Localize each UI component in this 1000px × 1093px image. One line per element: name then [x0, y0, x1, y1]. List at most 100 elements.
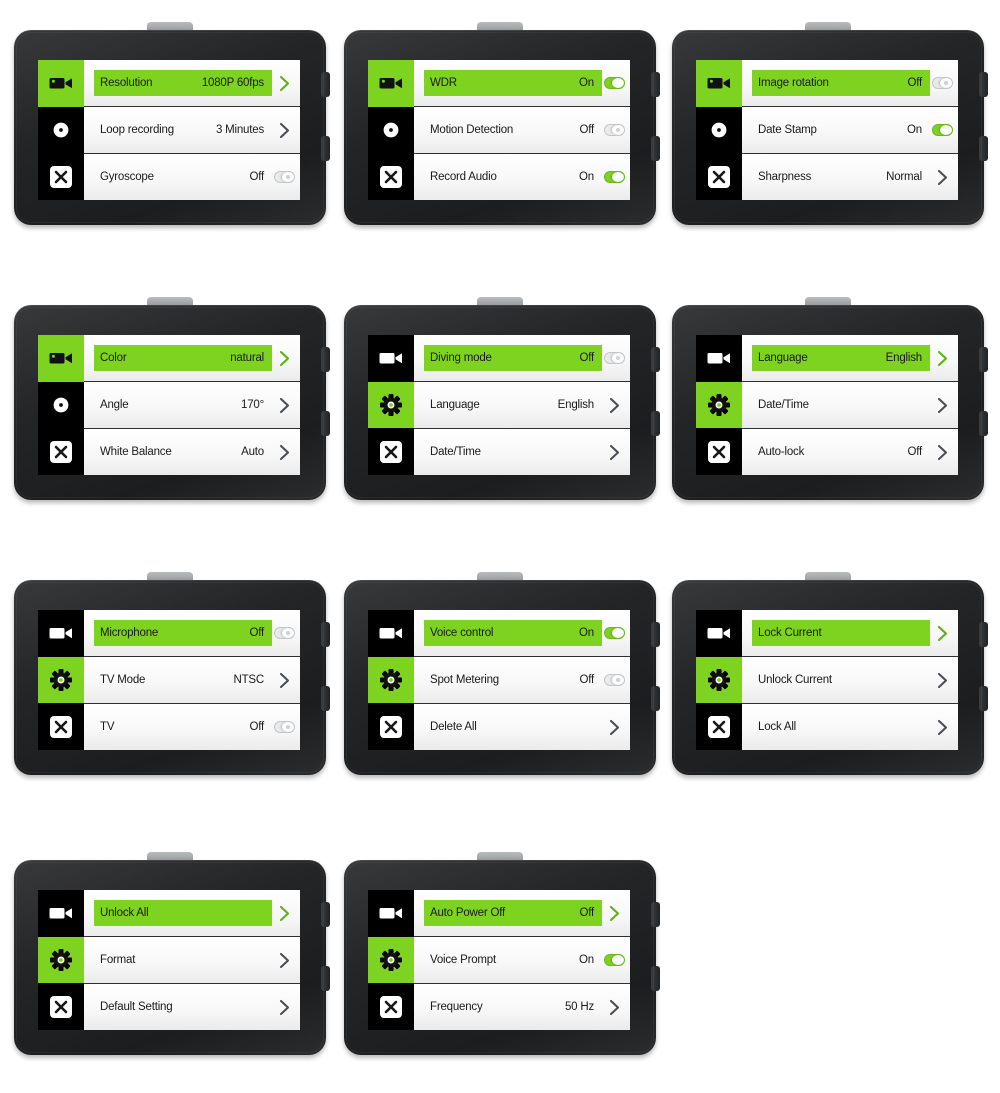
menu-row-control[interactable]: [272, 952, 296, 969]
rail-tab-video-camera-icon[interactable]: [368, 890, 414, 937]
rail-tab-close-x-icon[interactable]: [38, 983, 84, 1030]
menu-row-control[interactable]: [602, 999, 626, 1016]
camera-side-button-lower[interactable]: [651, 136, 660, 161]
menu-row-control[interactable]: [930, 397, 954, 414]
menu-row-control[interactable]: [602, 77, 626, 89]
toggle-switch[interactable]: [603, 171, 625, 183]
menu-row[interactable]: Date Stamp On: [742, 107, 958, 154]
rail-tab-video-camera-icon[interactable]: [368, 610, 414, 657]
toggle-switch[interactable]: [603, 674, 625, 686]
toggle-switch[interactable]: [603, 77, 625, 89]
camera-side-button-upper[interactable]: [321, 902, 330, 927]
rail-tab-gear-icon[interactable]: [368, 106, 414, 154]
menu-row[interactable]: Language English: [414, 382, 630, 429]
menu-row[interactable]: Gyroscope Off: [84, 154, 300, 200]
menu-row-control[interactable]: [272, 999, 296, 1016]
menu-row[interactable]: Auto Power Off Off: [414, 890, 630, 937]
rail-tab-close-x-icon[interactable]: [368, 703, 414, 750]
menu-row-control[interactable]: [930, 625, 954, 642]
rail-tab-video-camera-icon[interactable]: [368, 335, 414, 382]
rail-tab-close-x-icon[interactable]: [696, 703, 742, 750]
menu-row-control[interactable]: [272, 171, 296, 183]
rail-tab-gear-icon[interactable]: [368, 936, 414, 984]
rail-tab-close-x-icon[interactable]: [696, 428, 742, 475]
rail-tab-close-x-icon[interactable]: [38, 703, 84, 750]
rail-tab-video-camera-icon[interactable]: [696, 335, 742, 382]
menu-row[interactable]: Auto-lock Off: [742, 429, 958, 475]
camera-side-button-lower[interactable]: [651, 966, 660, 991]
camera-side-button-lower[interactable]: [651, 686, 660, 711]
menu-row[interactable]: Motion Detection Off: [414, 107, 630, 154]
toggle-switch[interactable]: [603, 352, 625, 364]
rail-tab-video-camera-icon[interactable]: [368, 60, 414, 107]
camera-side-button-upper[interactable]: [651, 347, 660, 372]
menu-row[interactable]: Delete All: [414, 704, 630, 750]
rail-tab-gear-icon[interactable]: [38, 656, 84, 704]
menu-row[interactable]: Image rotation Off: [742, 60, 958, 107]
rail-tab-close-x-icon[interactable]: [368, 153, 414, 200]
toggle-switch[interactable]: [931, 77, 953, 89]
menu-row-control[interactable]: [602, 719, 626, 736]
menu-row-control[interactable]: [602, 397, 626, 414]
menu-row[interactable]: Angle 170°: [84, 382, 300, 429]
menu-row[interactable]: Lock Current: [742, 610, 958, 657]
menu-row-control[interactable]: [272, 350, 296, 367]
rail-tab-gear-icon[interactable]: [38, 936, 84, 984]
menu-row[interactable]: Microphone Off: [84, 610, 300, 657]
camera-side-button-lower[interactable]: [979, 411, 988, 436]
camera-side-button-lower[interactable]: [651, 411, 660, 436]
camera-side-button-lower[interactable]: [321, 136, 330, 161]
menu-row-control[interactable]: [602, 444, 626, 461]
camera-side-button-upper[interactable]: [321, 622, 330, 647]
menu-row-control[interactable]: [602, 674, 626, 686]
rail-tab-close-x-icon[interactable]: [368, 983, 414, 1030]
menu-row-control[interactable]: [602, 352, 626, 364]
toggle-switch[interactable]: [273, 171, 295, 183]
menu-row[interactable]: Default Setting: [84, 984, 300, 1030]
menu-row-control[interactable]: [602, 905, 626, 922]
rail-tab-gear-icon[interactable]: [38, 381, 84, 429]
menu-row-control[interactable]: [930, 350, 954, 367]
menu-row-control[interactable]: [272, 627, 296, 639]
menu-row-control[interactable]: [602, 627, 626, 639]
rail-tab-gear-icon[interactable]: [38, 106, 84, 154]
menu-row[interactable]: Loop recording 3 Minutes: [84, 107, 300, 154]
toggle-switch[interactable]: [273, 627, 295, 639]
camera-side-button-upper[interactable]: [979, 347, 988, 372]
menu-row-control[interactable]: [272, 75, 296, 92]
menu-row[interactable]: TV Mode NTSC: [84, 657, 300, 704]
menu-row-control[interactable]: [272, 672, 296, 689]
menu-row-control[interactable]: [930, 169, 954, 186]
rail-tab-video-camera-icon[interactable]: [38, 610, 84, 657]
toggle-switch[interactable]: [273, 721, 295, 733]
menu-row-control[interactable]: [602, 954, 626, 966]
rail-tab-gear-icon[interactable]: [696, 381, 742, 429]
toggle-switch[interactable]: [603, 124, 625, 136]
rail-tab-video-camera-icon[interactable]: [38, 60, 84, 107]
menu-row[interactable]: Language English: [742, 335, 958, 382]
camera-side-button-upper[interactable]: [651, 622, 660, 647]
camera-side-button-lower[interactable]: [321, 411, 330, 436]
menu-row[interactable]: Spot Metering Off: [414, 657, 630, 704]
rail-tab-gear-icon[interactable]: [696, 106, 742, 154]
toggle-switch[interactable]: [931, 124, 953, 136]
menu-row-control[interactable]: [930, 672, 954, 689]
menu-row-control[interactable]: [602, 124, 626, 136]
menu-row-control[interactable]: [272, 444, 296, 461]
menu-row[interactable]: Sharpness Normal: [742, 154, 958, 200]
rail-tab-video-camera-icon[interactable]: [38, 890, 84, 937]
menu-row[interactable]: Format: [84, 937, 300, 984]
menu-row-control[interactable]: [602, 171, 626, 183]
camera-side-button-upper[interactable]: [979, 622, 988, 647]
rail-tab-close-x-icon[interactable]: [368, 428, 414, 475]
menu-row[interactable]: Voice control On: [414, 610, 630, 657]
rail-tab-close-x-icon[interactable]: [38, 153, 84, 200]
menu-row[interactable]: WDR On: [414, 60, 630, 107]
menu-row-control[interactable]: [930, 444, 954, 461]
menu-row[interactable]: Color natural: [84, 335, 300, 382]
camera-side-button-lower[interactable]: [321, 966, 330, 991]
rail-tab-gear-icon[interactable]: [368, 656, 414, 704]
camera-side-button-upper[interactable]: [651, 72, 660, 97]
menu-row[interactable]: Lock All: [742, 704, 958, 750]
camera-side-button-upper[interactable]: [321, 347, 330, 372]
